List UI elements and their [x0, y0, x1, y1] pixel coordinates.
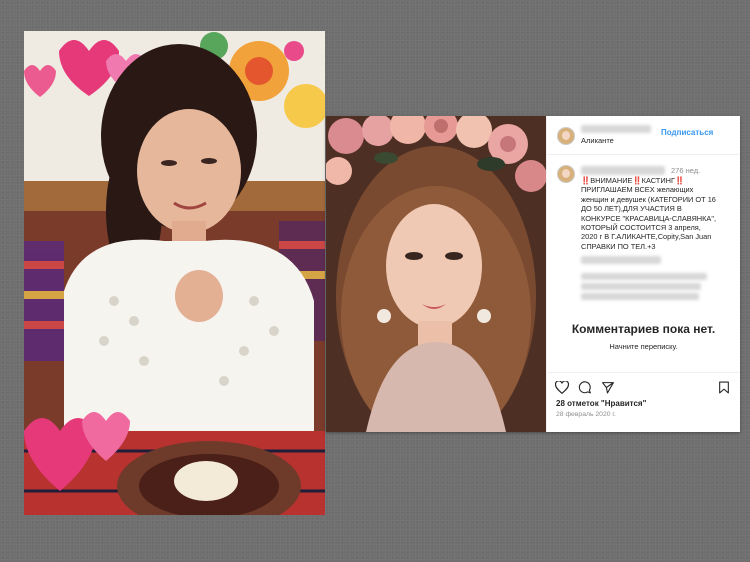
portrait-illustration: [24, 31, 325, 515]
follow-button[interactable]: Подписаться: [661, 128, 713, 137]
caption-line-redacted: [581, 283, 701, 290]
author-avatar[interactable]: [557, 127, 575, 145]
post-date[interactable]: 28 февраль 2020 г.: [556, 411, 616, 418]
caption-line-redacted: [581, 293, 699, 300]
caption-area: 276 нед. ‼️ВНИМАНИЕ‼️КАСТИНГ‼️ ПРИГЛАШАЕ…: [547, 155, 740, 345]
comment-icon[interactable]: [578, 381, 592, 394]
post-actions: 28 отметок "Нравится" 28 февраль 2020 г.: [547, 372, 740, 433]
caption-phone-redacted: [581, 256, 661, 264]
instagram-post: Аликанте Подписаться 276 нед. ‼️ВНИМАНИЕ…: [326, 116, 740, 432]
post-header: Аликанте Подписаться: [547, 116, 740, 155]
caption-avatar[interactable]: [557, 165, 575, 183]
author-username-redacted[interactable]: [581, 125, 651, 133]
post-photo[interactable]: [326, 116, 546, 432]
post-side-panel: Аликанте Подписаться 276 нед. ‼️ВНИМАНИЕ…: [546, 116, 740, 432]
left-photo: [24, 31, 325, 515]
caption-text: ‼️ВНИМАНИЕ‼️КАСТИНГ‼️ ПРИГЛАШАЕМ ВСЕХ же…: [581, 176, 717, 251]
heart-icon[interactable]: [555, 381, 569, 394]
share-icon[interactable]: [601, 381, 615, 394]
start-conversation-hint: Начните переписку.: [609, 342, 678, 351]
caption-username-redacted[interactable]: [581, 166, 665, 175]
post-location[interactable]: Аликанте: [581, 136, 614, 145]
bookmark-icon[interactable]: [718, 381, 730, 394]
no-comments-title: Комментариев пока нет.: [571, 322, 716, 336]
likes-count[interactable]: 28 отметок "Нравится": [556, 399, 646, 408]
caption-line-redacted: [581, 273, 707, 280]
caption-time-ago[interactable]: 276 нед.: [671, 166, 700, 175]
post-photo-illustration: [326, 116, 546, 432]
